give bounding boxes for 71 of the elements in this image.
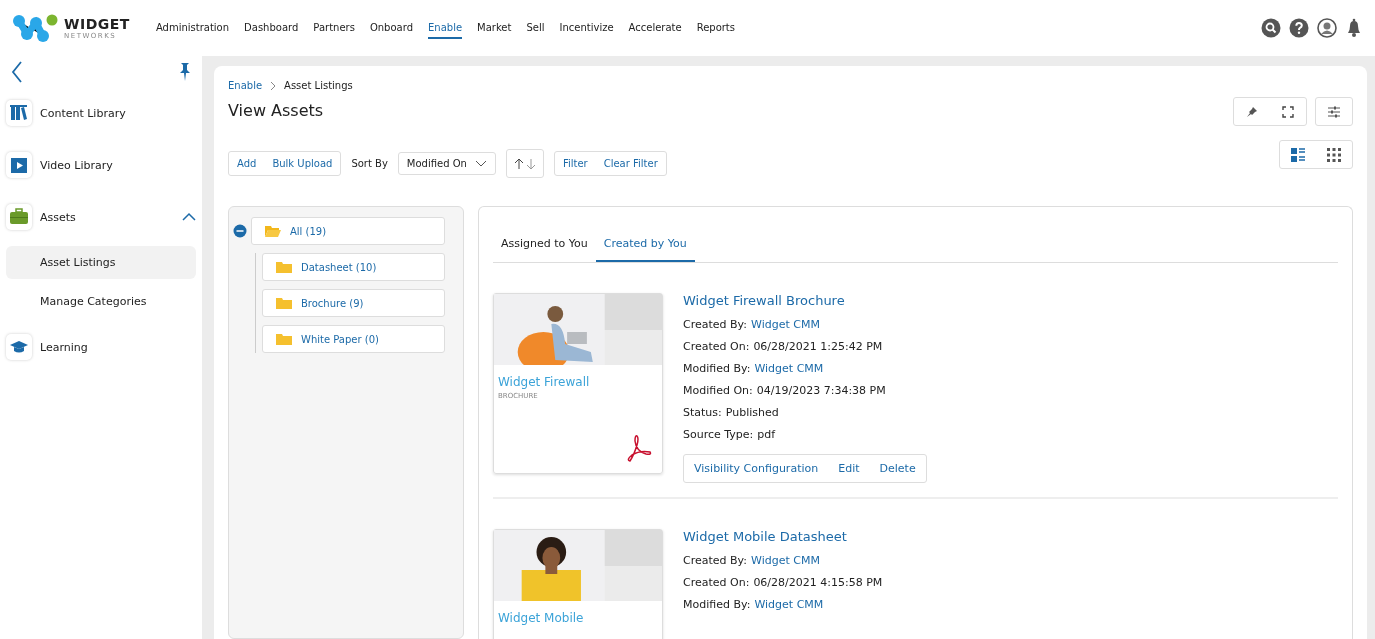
filter-button[interactable]: Filter bbox=[554, 152, 596, 175]
sliders-icon bbox=[1327, 105, 1341, 118]
list-view-icon bbox=[1291, 147, 1305, 162]
sort-label: Sort By bbox=[351, 158, 388, 169]
card-title: Widget Firewall bbox=[498, 375, 591, 389]
field-row-text: Created On: 06/28/2021 1:25:42 PM bbox=[683, 340, 884, 353]
field-row: Created On: 06/28/2021 4:15:58 PM bbox=[683, 576, 883, 589]
back-icon[interactable] bbox=[10, 60, 24, 84]
field-row-text: Modified On: 04/19/2023 7:34:38 PM bbox=[683, 384, 887, 397]
folder-icon bbox=[275, 296, 293, 310]
sidebar-label: Video Library bbox=[40, 158, 114, 172]
tree-node[interactable]: White Paper (0) bbox=[262, 325, 445, 353]
logo-name: WIDGET bbox=[64, 16, 130, 32]
tree-node[interactable]: All (19) bbox=[251, 217, 445, 245]
field-row-text: Modified By: Widget CMM bbox=[683, 362, 825, 375]
fullscreen-icon bbox=[1282, 105, 1294, 118]
briefcase-icon bbox=[9, 207, 29, 227]
action-button[interactable]: Delete bbox=[869, 455, 926, 482]
sort-dropdown[interactable]: Modified On bbox=[397, 152, 496, 175]
tree-node[interactable]: Brochure (9) bbox=[262, 289, 445, 317]
chevron-up-icon[interactable] bbox=[182, 212, 196, 222]
folder-icon bbox=[275, 332, 293, 346]
books-icon bbox=[9, 103, 29, 123]
page-title: View Assets bbox=[228, 101, 324, 120]
nav-link[interactable]: Incentivize bbox=[559, 17, 614, 39]
nav-link[interactable]: Onboard bbox=[369, 17, 413, 39]
nav-link[interactable]: Partners bbox=[313, 17, 355, 39]
nav-link[interactable]: Market bbox=[477, 17, 512, 39]
field-row-text: Created By: Widget CMM bbox=[683, 318, 821, 331]
collapse-icon[interactable] bbox=[233, 224, 247, 238]
card-title: Widget Mobile bbox=[498, 611, 585, 625]
sidebar-label: Content Library bbox=[40, 106, 127, 120]
field-row-text: Created By: Widget CMM bbox=[683, 554, 821, 567]
field-row-text: Source Type: pdf bbox=[683, 428, 777, 441]
field-row-text: Modified By: Widget CMM bbox=[683, 598, 825, 611]
breadcrumb-item: Asset Listings bbox=[284, 80, 353, 91]
nav-link[interactable]: Accelerate bbox=[628, 17, 682, 39]
nav-link[interactable]: Administration bbox=[155, 17, 230, 39]
sidebar-label: Assets bbox=[40, 210, 77, 224]
tab[interactable]: Created by You bbox=[595, 227, 695, 262]
chevron-right-icon bbox=[270, 80, 277, 91]
bell-icon[interactable] bbox=[1345, 18, 1363, 38]
breadcrumb-item[interactable]: Enable bbox=[228, 80, 263, 91]
filter-button[interactable]: Clear Filter bbox=[595, 152, 666, 175]
pin-icon bbox=[1246, 105, 1258, 118]
sort-arrows-icon bbox=[513, 157, 536, 170]
asset-title[interactable]: Widget Mobile Datasheet bbox=[683, 529, 883, 544]
sidebar-label: Learning bbox=[40, 340, 89, 354]
search-icon[interactable] bbox=[1261, 18, 1281, 38]
toolbar-button[interactable]: Bulk Upload bbox=[264, 152, 341, 175]
sidebar-subitem[interactable]: Manage Categories bbox=[6, 285, 196, 318]
avatar-icon[interactable] bbox=[1317, 18, 1337, 38]
sidebar-subitem[interactable]: Asset Listings bbox=[6, 246, 196, 279]
nav-link[interactable]: Enable bbox=[428, 17, 463, 39]
nav-link[interactable]: Sell bbox=[526, 17, 545, 39]
grid-icon bbox=[1327, 147, 1341, 162]
asset-title[interactable]: Widget Firewall Brochure bbox=[683, 293, 927, 308]
open-folder-icon bbox=[264, 224, 282, 238]
nav-link[interactable]: Dashboard bbox=[244, 17, 299, 39]
folder-icon bbox=[275, 260, 293, 274]
action-button[interactable]: Edit bbox=[828, 455, 870, 482]
tab[interactable]: Assigned to You bbox=[493, 227, 596, 262]
field-row-text: Status: Published bbox=[683, 406, 780, 419]
action-button[interactable]: Visibility Configuration bbox=[684, 455, 829, 482]
nav-link[interactable]: Reports bbox=[696, 17, 735, 39]
video-icon bbox=[9, 155, 29, 175]
tree-node[interactable]: Datasheet (10) bbox=[262, 253, 445, 281]
chevron-down-icon bbox=[474, 159, 487, 168]
toolbar-button[interactable]: Add bbox=[229, 152, 265, 175]
logo-icon bbox=[12, 12, 58, 44]
help-icon[interactable] bbox=[1289, 18, 1309, 38]
